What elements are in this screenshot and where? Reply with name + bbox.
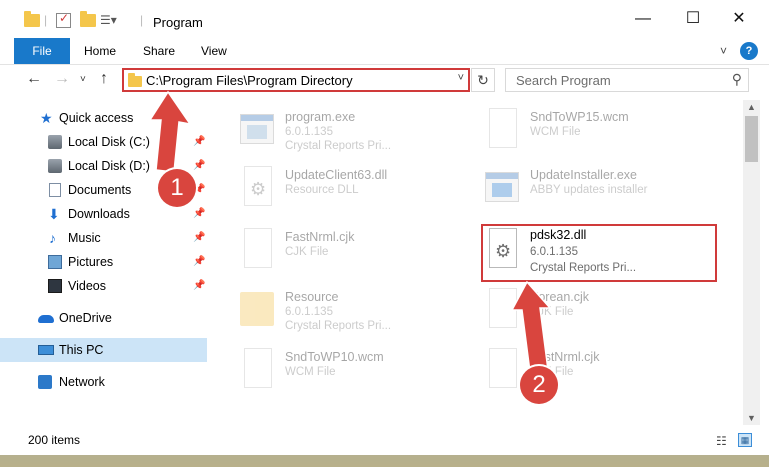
annotation-arrows <box>148 90 552 373</box>
step-1-badge: 1 <box>158 169 196 207</box>
arrow-to-address-bar <box>148 90 192 173</box>
arrow-to-pdsk32 <box>510 280 552 373</box>
step-2-badge: 2 <box>520 366 558 404</box>
